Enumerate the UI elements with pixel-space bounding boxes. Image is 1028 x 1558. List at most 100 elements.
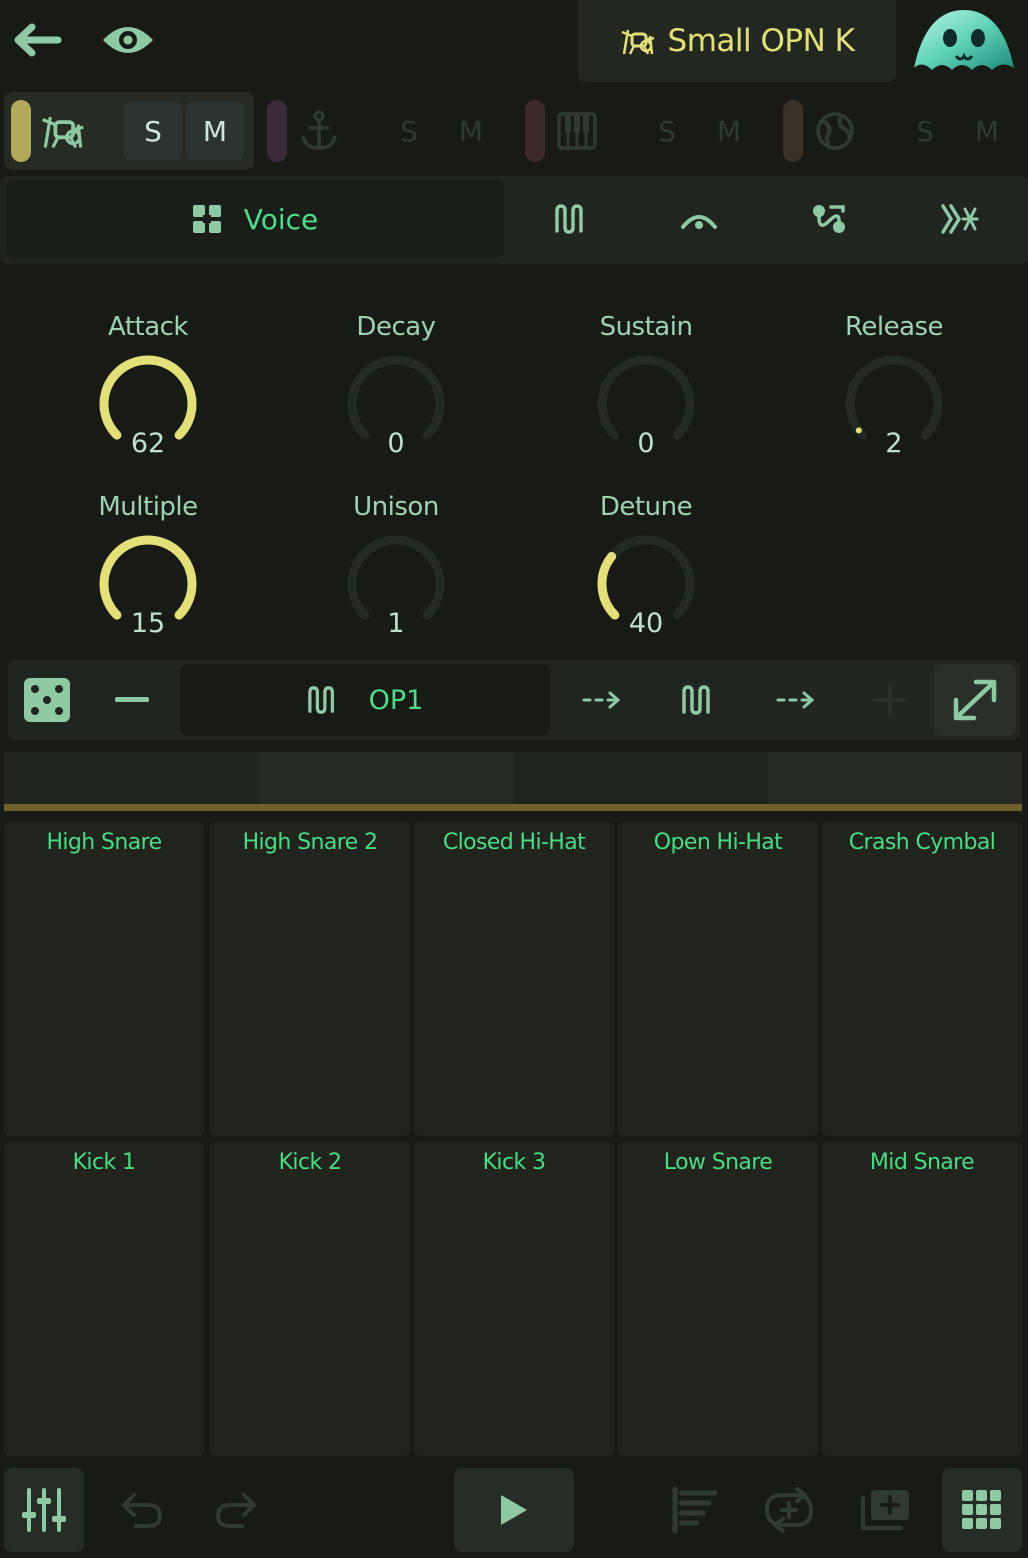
operator-bar: OP1	[8, 660, 1020, 740]
operator-select[interactable]: OP1	[180, 664, 550, 736]
drum-pad[interactable]: Kick 3	[414, 1142, 614, 1456]
multiple-knob[interactable]: Multiple 15	[58, 492, 238, 642]
knob-value: 15	[130, 608, 166, 639]
tab-waveform[interactable]	[540, 190, 602, 248]
loop-button[interactable]	[754, 1468, 824, 1552]
track-4[interactable]: S M	[776, 92, 1026, 170]
sustain-knob[interactable]: Sustain 0	[556, 312, 736, 462]
tab-voice[interactable]: Voice	[6, 180, 504, 258]
mute-button[interactable]: M	[186, 102, 244, 160]
drum-pad[interactable]: Kick 2	[210, 1142, 410, 1456]
expand-icon	[953, 679, 997, 721]
drum-pad[interactable]: Low Snare	[618, 1142, 818, 1456]
knob-value: 0	[637, 428, 655, 459]
mute-button[interactable]: M	[958, 102, 1016, 160]
decay-knob[interactable]: Decay 0	[306, 312, 486, 462]
drum-pad[interactable]: High Snare 2	[210, 822, 410, 1136]
attack-knob[interactable]: Attack 62	[58, 312, 238, 462]
knob-track	[347, 535, 445, 620]
arrow-left-icon	[14, 23, 62, 57]
globe-icon	[808, 106, 862, 156]
detune-knob[interactable]: Detune 40	[556, 492, 736, 642]
drum-pad[interactable]: Crash Cymbal	[822, 822, 1022, 1136]
track-3[interactable]: S M	[518, 92, 768, 170]
back-button[interactable]	[6, 12, 66, 68]
remove-operator-button[interactable]	[104, 670, 160, 730]
app-root: Small OPN K S M S M S M S M Voice Attack…	[0, 0, 1028, 1558]
arc-icon	[681, 215, 717, 229]
grid-blocks-icon	[192, 205, 221, 233]
knob-label: Decay	[356, 312, 436, 342]
drum-pad[interactable]: High Snare	[4, 822, 204, 1136]
undo-button[interactable]	[110, 1468, 174, 1552]
tab-modulation[interactable]	[798, 190, 860, 248]
knob-label: Release	[844, 312, 944, 342]
solo-button[interactable]: S	[380, 102, 438, 160]
dotted-arrow-icon	[768, 670, 824, 730]
knob-label: Unison	[353, 492, 439, 522]
visibility-toggle[interactable]	[96, 12, 160, 68]
operator-label: OP1	[368, 684, 424, 716]
drum-pad[interactable]: Mid Snare	[822, 1142, 1022, 1456]
waveform-icon	[555, 204, 583, 234]
bottom-toolbar	[0, 1462, 1028, 1558]
instrument-name: Small OPN K	[667, 23, 855, 59]
tab-effects[interactable]	[928, 190, 990, 248]
redo-button[interactable]	[204, 1468, 268, 1552]
knob-track	[845, 355, 943, 440]
knob-value: 40	[628, 608, 664, 639]
knob-label: Detune	[599, 492, 693, 522]
pattern-segment[interactable]	[767, 752, 1022, 804]
top-bar: Small OPN K	[0, 0, 1028, 88]
ghost-mascot-icon	[914, 10, 1014, 70]
track-2[interactable]: S M	[260, 92, 510, 170]
release-knob[interactable]: Release 2	[804, 312, 984, 462]
expand-button[interactable]	[934, 664, 1016, 736]
drum-pad[interactable]: Open Hi-Hat	[618, 822, 818, 1136]
modulation-icon	[813, 205, 845, 233]
piano-icon	[550, 106, 604, 156]
mute-button[interactable]: M	[700, 102, 758, 160]
add-operator-button[interactable]	[862, 670, 918, 730]
randomize-button[interactable]	[20, 670, 74, 730]
avatar[interactable]	[906, 6, 1018, 76]
knob-value: 0	[387, 428, 405, 459]
tab-envelope[interactable]	[668, 190, 730, 248]
knob-track	[347, 355, 445, 440]
pattern-segment[interactable]	[513, 752, 768, 804]
solo-button[interactable]: S	[896, 102, 954, 160]
knob-track	[597, 355, 695, 440]
operator-2-button[interactable]	[670, 670, 726, 730]
pattern-strip[interactable]	[4, 752, 1022, 804]
instrument-selector[interactable]: Small OPN K	[578, 0, 896, 82]
sequencer-button[interactable]	[660, 1468, 730, 1552]
play-button[interactable]	[454, 1468, 574, 1552]
knob-value: 1	[387, 608, 405, 639]
track-color	[525, 100, 545, 162]
play-icon	[501, 1495, 527, 1525]
dotted-arrow-icon	[574, 670, 630, 730]
drum-pad[interactable]: Kick 1	[4, 1142, 204, 1456]
knob-track	[597, 535, 695, 620]
pad-grid-button[interactable]	[942, 1468, 1022, 1552]
loop-icon	[765, 1487, 813, 1533]
track-color	[783, 100, 803, 162]
solo-button[interactable]: S	[638, 102, 696, 160]
mixer-icon	[22, 1488, 66, 1532]
waveform-icon	[682, 685, 710, 715]
mute-button[interactable]: M	[442, 102, 500, 160]
track-drums[interactable]: S M	[4, 92, 254, 170]
mixer-button[interactable]	[4, 1468, 84, 1552]
drum-kit-icon	[621, 29, 654, 55]
knob-value-arc	[597, 551, 620, 620]
drum-kit-icon	[36, 106, 90, 156]
knob-value-arc	[99, 355, 197, 440]
solo-button[interactable]: S	[124, 102, 182, 160]
pattern-segment[interactable]	[4, 752, 259, 804]
tab-voice-label: Voice	[243, 202, 319, 236]
unison-knob[interactable]: Unison 1	[306, 492, 486, 642]
pattern-segment[interactable]	[258, 752, 513, 804]
drum-pad[interactable]: Closed Hi-Hat	[414, 822, 614, 1136]
add-pattern-button[interactable]	[850, 1468, 920, 1552]
track-color	[11, 100, 31, 162]
